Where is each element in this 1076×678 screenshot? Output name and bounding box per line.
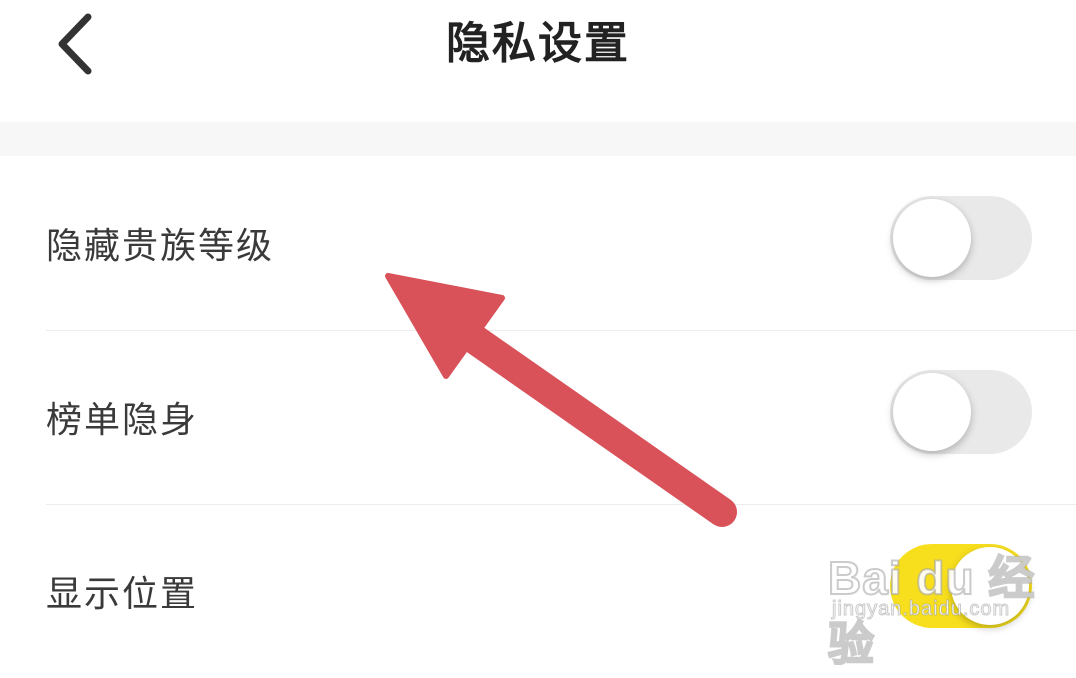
header: 隐私设置 bbox=[0, 0, 1076, 122]
setting-row-ranking-invisible: 榜单隐身 bbox=[0, 330, 1076, 505]
toggle-knob bbox=[951, 547, 1029, 625]
setting-row-show-location: 显示位置 bbox=[0, 504, 1076, 678]
toggle-knob bbox=[893, 199, 971, 277]
setting-row-hide-noble-level: 隐藏贵族等级 bbox=[0, 156, 1076, 331]
page-title: 隐私设置 bbox=[446, 18, 630, 69]
setting-label: 显示位置 bbox=[46, 574, 199, 615]
show-location-toggle[interactable] bbox=[890, 544, 1032, 628]
ranking-invisible-toggle[interactable] bbox=[890, 370, 1032, 454]
setting-label: 隐藏贵族等级 bbox=[46, 226, 275, 267]
setting-label: 榜单隐身 bbox=[46, 400, 199, 441]
toggle-knob bbox=[893, 373, 971, 451]
section-divider bbox=[0, 122, 1076, 156]
settings-list: 隐藏贵族等级 榜单隐身 显示位置 bbox=[0, 156, 1076, 640]
hide-noble-level-toggle[interactable] bbox=[890, 196, 1032, 280]
